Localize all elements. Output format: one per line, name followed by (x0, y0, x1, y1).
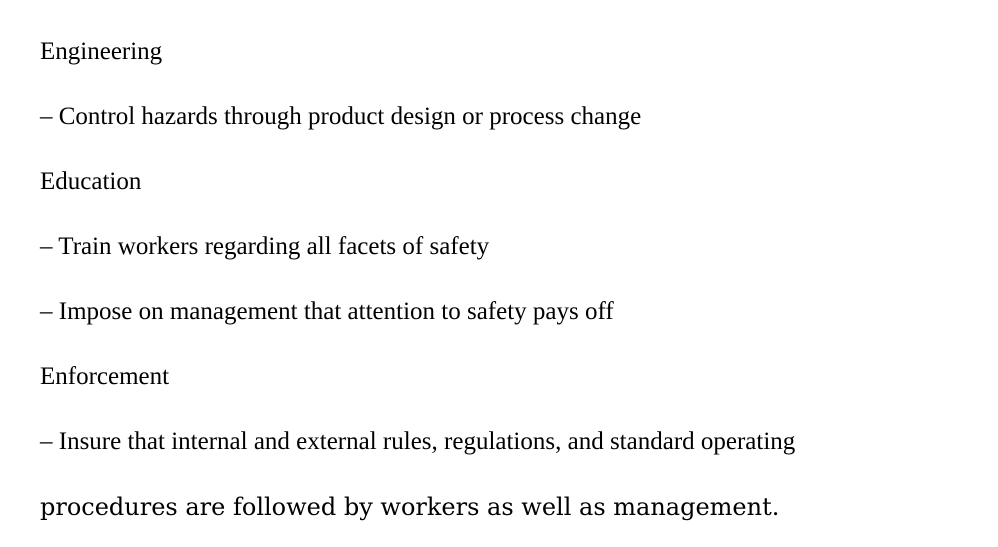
bullet-engineering-control-hazards: – Control hazards through product design… (40, 103, 642, 130)
bullet-education-train-workers: – Train workers regarding all facets of … (40, 233, 490, 260)
heading-engineering: Engineering (40, 38, 163, 65)
document-body: Engineering – Control hazards through pr… (0, 0, 998, 547)
bullet-enforcement-insure-rules: – Insure that internal and external rule… (40, 428, 796, 455)
heading-enforcement: Enforcement (40, 363, 170, 390)
bullet-education-impose-management: – Impose on management that attention to… (40, 298, 614, 325)
bullet-enforcement-continuation: procedures are followed by workers as we… (40, 493, 780, 521)
heading-education: Education (40, 168, 142, 195)
